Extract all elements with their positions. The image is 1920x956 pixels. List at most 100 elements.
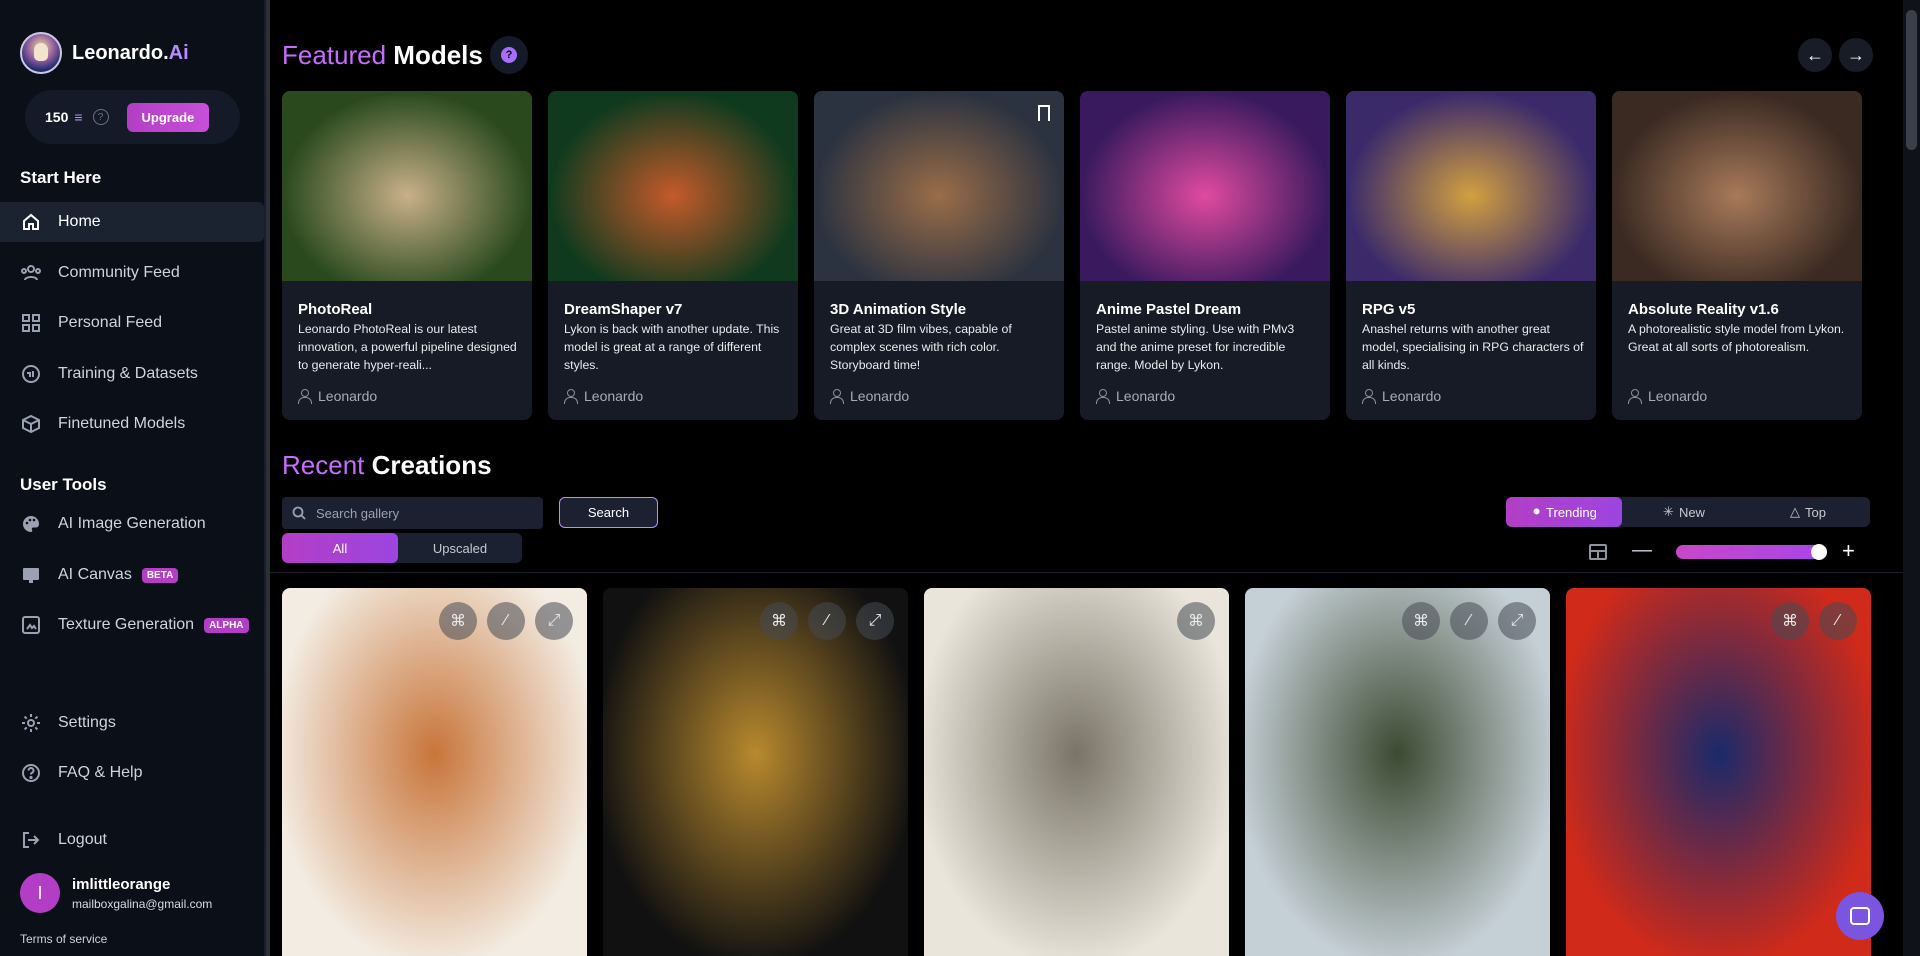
user-email: mailboxgalina@gmail.com [72, 896, 213, 911]
model-name: DreamShaper v7 [564, 301, 683, 318]
model-description: Leonardo PhotoReal is our latest innovat… [298, 322, 517, 372]
gallery-image-tree-sketch[interactable]: ⌘ [924, 588, 1229, 956]
featured-models-title: Featured Models [282, 40, 483, 70]
person-icon [830, 389, 844, 404]
tab-trending[interactable]: ⚫︎ Trending [1506, 497, 1622, 527]
search-button[interactable]: Search [559, 497, 658, 528]
app-logo[interactable]: Leonardo.Ai [20, 32, 189, 74]
sidebar-item-label: AI Canvas [58, 566, 132, 583]
gallery-image-doctor-strange-portrait[interactable]: ⌘ ∕ [1566, 588, 1871, 956]
arrow-right-icon: → [1847, 44, 1865, 65]
featured-help-button[interactable]: ? [490, 36, 528, 74]
model-thumbnail [1080, 91, 1330, 281]
expand-icon[interactable]: ⤢ [856, 602, 894, 640]
model-card[interactable]: 3D Animation Style Great at 3D film vibes… [814, 91, 1064, 420]
sidebar-item-label: Community Feed [58, 264, 180, 281]
palette-icon [20, 513, 42, 535]
model-name: Absolute Reality v1.6 [1628, 301, 1779, 318]
zoom-slider-handle[interactable] [1811, 544, 1827, 560]
filter-tabs: All Upscaled [282, 533, 522, 563]
sidebar-scrollbar[interactable] [266, 0, 270, 956]
canvas-icon [20, 564, 42, 586]
sidebar-item-training-datasets[interactable]: Training & Datasets [0, 354, 264, 394]
model-card[interactable]: PhotoReal Leonardo PhotoReal is our lates… [282, 91, 532, 420]
sidebar-item-home[interactable]: Home [0, 202, 264, 242]
carousel-prev-button[interactable]: ← [1798, 38, 1832, 72]
tab-upscaled[interactable]: Upscaled [398, 533, 522, 563]
tab-new[interactable]: ✳ New [1622, 497, 1746, 527]
model-description: A photorealistic style model from Lykon.… [1628, 322, 1845, 354]
person-icon [1096, 389, 1110, 404]
fire-icon: ⚫︎ [1531, 504, 1543, 519]
layout-toggle-icon[interactable] [1589, 544, 1607, 560]
remix-icon[interactable]: ⌘ [1771, 602, 1809, 640]
bookmark-icon[interactable] [1038, 105, 1050, 121]
zoom-slider[interactable] [1676, 545, 1824, 559]
sidebar-item-ai-canvas[interactable]: AI Canvas BETA [0, 555, 264, 595]
flame-icon: △ [1790, 504, 1801, 519]
model-author: Leonardo [1096, 388, 1175, 404]
model-author: Leonardo [830, 388, 909, 404]
upscale-icon[interactable]: ∕ [1819, 602, 1857, 640]
main-scrollbar-thumb[interactable] [1906, 10, 1917, 150]
terms-of-service-link[interactable]: Terms of service [20, 932, 107, 946]
credits-help-icon[interactable]: ? [92, 109, 109, 125]
sidebar-item-personal-feed[interactable]: Personal Feed [0, 303, 264, 343]
sidebar: Leonardo.Ai 150 ≡ ? Upgrade Start Here H… [0, 0, 266, 956]
model-card[interactable]: RPG v5 Anashel returns with another great… [1346, 91, 1596, 420]
help-icon [20, 762, 42, 784]
user-name: imlittleorange [72, 875, 171, 893]
upscale-icon[interactable]: ∕ [808, 602, 846, 640]
search-input[interactable]: Search gallery [282, 497, 543, 529]
gallery-image-autumn-trees-pattern[interactable]: ⌘ ∕ ⤢ [282, 588, 587, 956]
remix-icon[interactable]: ⌘ [1177, 602, 1215, 640]
person-icon [1362, 389, 1376, 404]
tab-all[interactable]: All [282, 533, 398, 563]
remix-icon[interactable]: ⌘ [1402, 602, 1440, 640]
expand-icon[interactable]: ⤢ [1498, 602, 1536, 640]
sidebar-item-label: Settings [58, 714, 116, 731]
sidebar-item-finetuned-models[interactable]: Finetuned Models [0, 404, 264, 444]
model-thumbnail [548, 91, 798, 281]
upgrade-button[interactable]: Upgrade [126, 102, 210, 132]
model-thumbnail [1346, 91, 1596, 281]
carousel-next-button[interactable]: → [1839, 38, 1873, 72]
sidebar-item-community-feed[interactable]: Community Feed [0, 253, 264, 293]
model-author: Leonardo [1362, 388, 1441, 404]
user-profile[interactable]: I imlittleorange mailboxgalina@gmail.com [20, 873, 212, 913]
chat-icon [1850, 907, 1870, 925]
sidebar-item-label: Logout [58, 831, 107, 848]
sidebar-item-faq-help[interactable]: FAQ & Help [0, 753, 264, 793]
upscale-icon[interactable]: ∕ [1450, 602, 1488, 640]
model-thumbnail [1612, 91, 1862, 281]
sidebar-item-settings[interactable]: Settings [0, 703, 264, 743]
remix-icon[interactable]: ⌘ [760, 602, 798, 640]
model-description: Pastel anime styling. Use with PMv3 and … [1096, 322, 1295, 372]
sidebar-item-label: Home [58, 213, 101, 230]
gallery-image-soldier-woman-portrait[interactable]: ⌘ ∕ ⤢ [1245, 588, 1550, 956]
gallery-image-golden-skull-hood[interactable]: ⌘ ∕ ⤢ [603, 588, 908, 956]
model-thumbnail [282, 91, 532, 281]
model-card[interactable]: Absolute Reality v1.6 A photorealistic st… [1612, 91, 1862, 420]
model-name: PhotoReal [298, 301, 373, 318]
sidebar-item-texture-generation[interactable]: Texture Generation ALPHA [0, 605, 264, 645]
zoom-out-button[interactable]: — [1632, 539, 1652, 562]
sidebar-item-label: FAQ & Help [58, 764, 143, 781]
person-icon [298, 389, 312, 404]
beta-badge: BETA [141, 567, 179, 583]
credits-count: 150 [45, 109, 69, 125]
remix-icon[interactable]: ⌘ [439, 602, 477, 640]
upscale-icon[interactable]: ∕ [487, 602, 525, 640]
tab-top[interactable]: △ Top [1746, 497, 1870, 527]
sidebar-item-ai-image-generation[interactable]: AI Image Generation [0, 504, 264, 544]
sidebar-item-logout[interactable]: Logout [0, 820, 264, 860]
chat-support-button[interactable] [1836, 892, 1884, 940]
sort-tabs: ⚫︎ Trending ✳ New △ Top [1506, 497, 1870, 527]
home-icon [20, 211, 42, 233]
model-author: Leonardo [1628, 388, 1707, 404]
model-card[interactable]: DreamShaper v7 Lykon is back with another… [548, 91, 798, 420]
zoom-in-button[interactable]: + [1842, 538, 1855, 564]
alpha-badge: ALPHA [204, 617, 249, 633]
model-card[interactable]: Anime Pastel Dream Pastel anime styling. … [1080, 91, 1330, 420]
expand-icon[interactable]: ⤢ [535, 602, 573, 640]
